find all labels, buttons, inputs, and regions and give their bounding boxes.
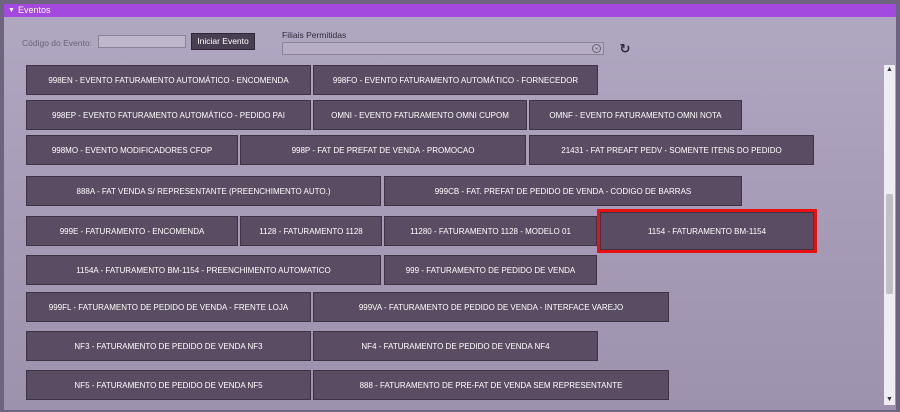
iniciar-evento-button[interactable]: Iniciar Evento [191,33,255,50]
event-button[interactable]: 998MO - EVENTO MODIFICADORES CFOP [26,135,238,165]
event-button[interactable]: 998EN - EVENTO FATURAMENTO AUTOMÁTICO - … [26,65,311,95]
filiais-permitidas-label: Filiais Permitidas [282,30,347,40]
scroll-up-icon[interactable]: ▲ [884,65,895,75]
event-button[interactable]: OMNI - EVENTO FATURAMENTO OMNI CUPOM [313,100,527,130]
event-button[interactable]: 888 - FATURAMENTO DE PRE-FAT DE VENDA SE… [313,370,669,400]
event-button[interactable]: NF5 - FATURAMENTO DE PEDIDO DE VENDA NF5 [26,370,311,400]
event-button[interactable]: 999VA - FATURAMENTO DE PEDIDO DE VENDA -… [313,292,669,322]
event-button[interactable]: 1128 - FATURAMENTO 1128 [240,216,382,246]
refresh-icon[interactable]: ↻ [618,42,632,56]
event-button[interactable]: 888A - FAT VENDA S/ REPRESENTANTE (PREEN… [26,176,381,206]
event-button[interactable]: 11280 - FATURAMENTO 1128 - MODELO 01 [384,216,597,246]
event-button-highlighted[interactable]: 1154 - FATURAMENTO BM-1154 [597,209,817,253]
vertical-scrollbar[interactable]: ▲ ▼ [884,65,895,405]
scroll-down-icon[interactable]: ▼ [884,395,895,405]
event-button[interactable]: 999CB - FAT. PREFAT DE PEDIDO DE VENDA -… [384,176,742,206]
codigo-evento-input[interactable] [98,35,186,48]
event-button[interactable]: 1154A - FATURAMENTO BM-1154 - PREENCHIME… [26,255,381,285]
panel-title-bar[interactable]: ▼ Eventos [4,4,896,17]
collapse-caret-icon[interactable]: ▼ [8,4,15,17]
event-button[interactable]: NF3 - FATURAMENTO DE PEDIDO DE VENDA NF3 [26,331,311,361]
codigo-evento-label: Código do Evento: [22,38,92,48]
scrollbar-thumb[interactable] [886,194,893,294]
panel-title: Eventos [18,5,51,15]
event-button[interactable]: 998FO - EVENTO FATURAMENTO AUTOMÁTICO - … [313,65,598,95]
event-button[interactable]: OMNF - EVENTO FATURAMENTO OMNI NOTA [529,100,742,130]
event-button[interactable]: NF4 - FATURAMENTO DE PEDIDO DE VENDA NF4 [313,331,598,361]
eventos-panel: ▼ Eventos Código do Evento: Iniciar Even… [4,4,896,410]
event-button[interactable]: 999 - FATURAMENTO DE PEDIDO DE VENDA [384,255,597,285]
event-button[interactable]: 998P - FAT DE PREFAT DE VENDA - PROMOCAO [240,135,526,165]
event-button[interactable]: 999FL - FATURAMENTO DE PEDIDO DE VENDA -… [26,292,311,322]
chevron-down-icon[interactable]: ⌄ [592,44,601,53]
event-button[interactable]: 999E - FATURAMENTO - ENCOMENDA [26,216,238,246]
filiais-permitidas-select[interactable]: ⌄ [282,42,604,55]
event-button[interactable]: 21431 - FAT PREAFT PEDV - SOMENTE ITENS … [529,135,814,165]
event-button[interactable]: 998EP - EVENTO FATURAMENTO AUTOMÁTICO - … [26,100,311,130]
